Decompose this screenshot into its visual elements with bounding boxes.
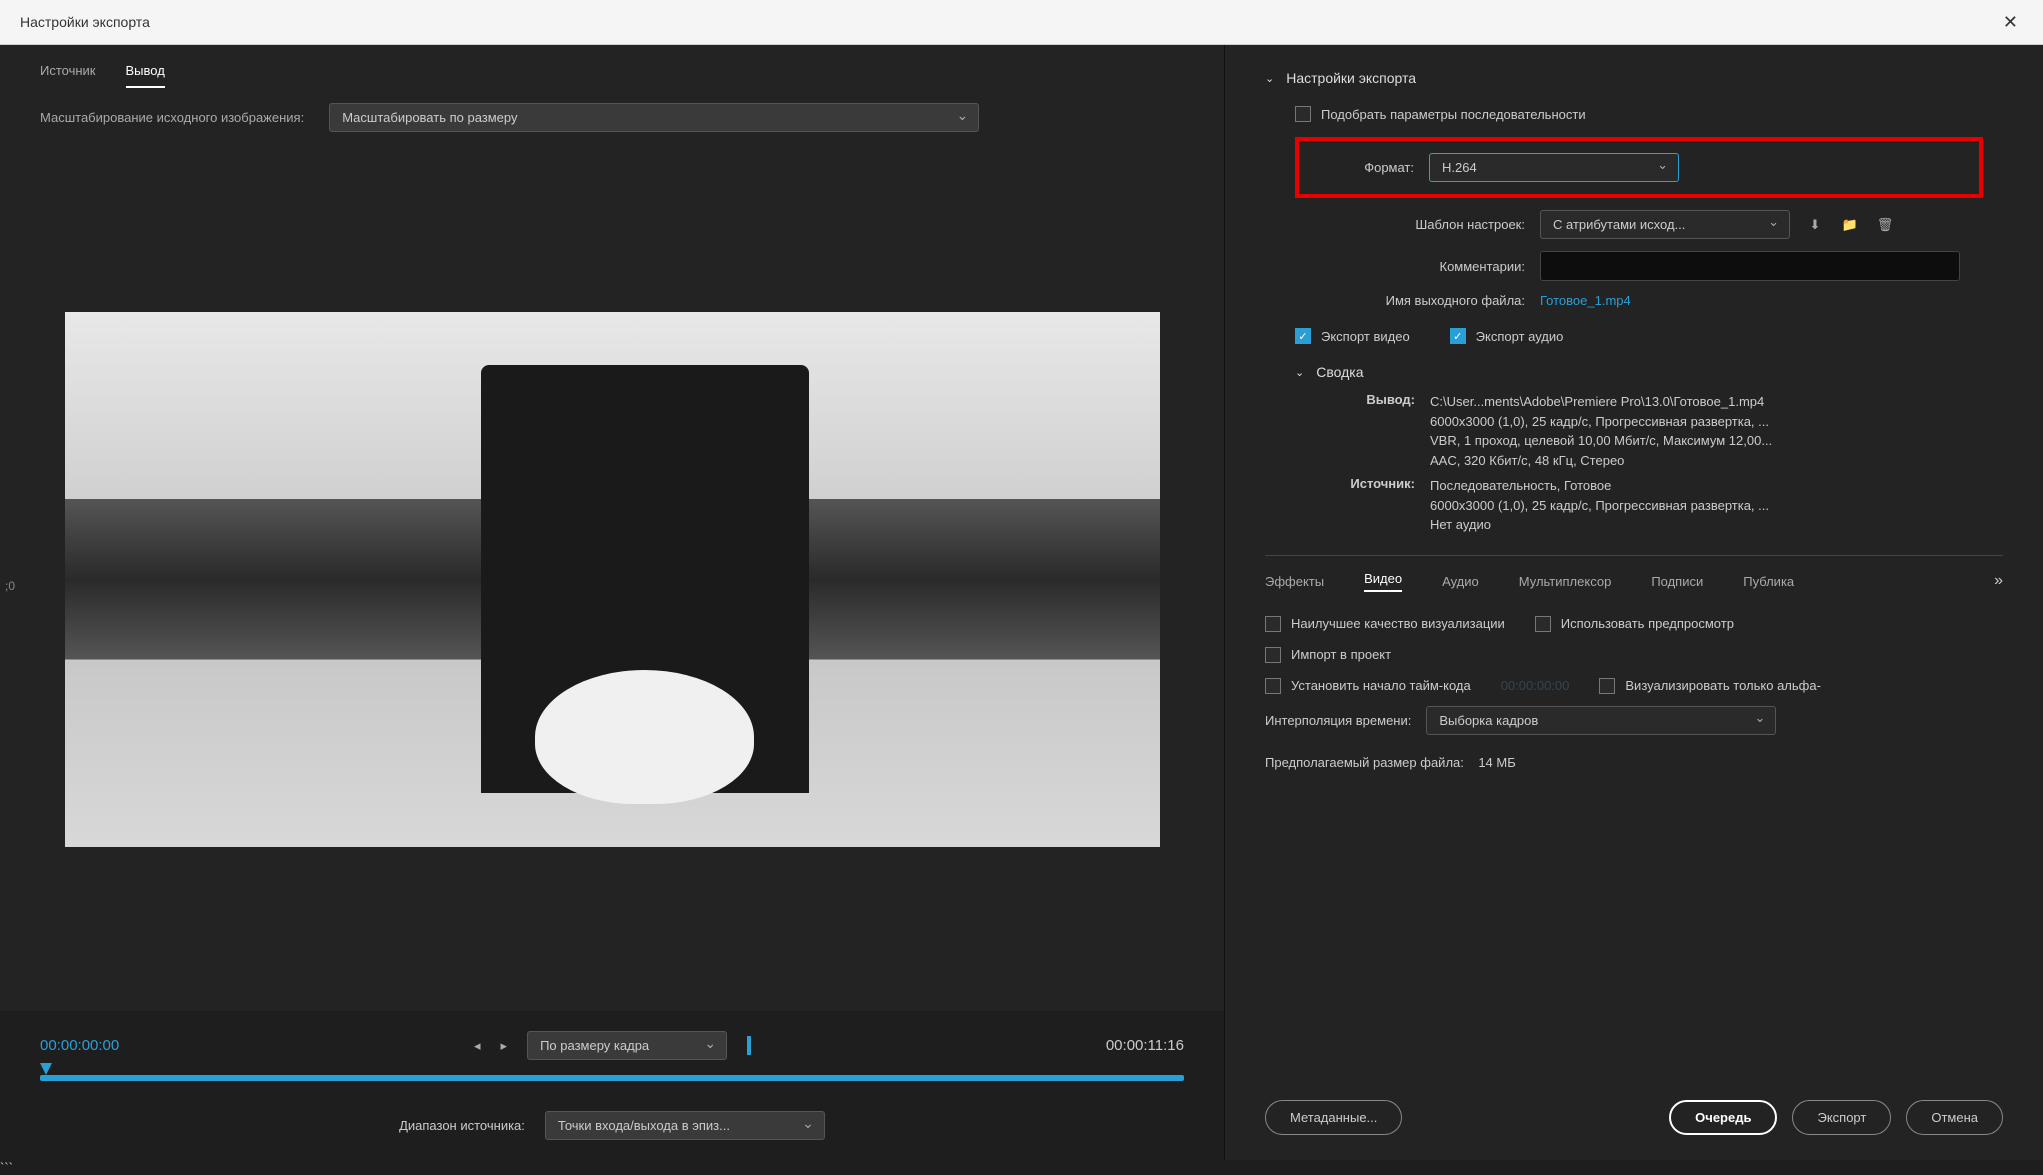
summary-source-label: Источник:	[1295, 476, 1415, 535]
set-tc-checkbox[interactable]	[1265, 678, 1281, 694]
summary-source-text: Последовательность, Готовое 6000x3000 (1…	[1430, 476, 2003, 535]
crop-icon[interactable]	[747, 1038, 751, 1053]
subtab-captions[interactable]: Подписи	[1651, 574, 1703, 589]
right-panel: ⌄ Настройки экспорта Подобрать параметры…	[1225, 45, 2043, 1160]
export-settings-section: ⌄ Настройки экспорта Подобрать параметры…	[1225, 45, 2043, 1085]
timeline-top-row: 00:00:00:00 ◂ ▸ По размеру кадра 00:00:1…	[40, 1031, 1184, 1060]
tc-value: 00:00:00:00	[1501, 678, 1570, 693]
filesize-value: 14 МБ	[1478, 755, 1515, 770]
timeline-scrubber[interactable]	[40, 1075, 1184, 1081]
main-area: Источник Вывод Масштабирование исходного…	[0, 45, 2043, 1160]
preset-dropdown[interactable]: С атрибутами исход...	[1540, 210, 1790, 239]
output-name-label: Имя выходного файла:	[1295, 293, 1525, 308]
import-preset-icon[interactable]: 📁	[1840, 215, 1860, 235]
export-video-checkbox[interactable]: ✓	[1295, 328, 1311, 344]
preview-area: ;0	[0, 147, 1224, 1011]
format-label: Формат:	[1314, 160, 1414, 175]
preset-label: Шаблон настроек:	[1295, 217, 1525, 232]
preset-icons: ⬇ 📁 🗑	[1805, 215, 1895, 235]
use-preview-row[interactable]: Использовать предпросмотр	[1535, 616, 1734, 632]
preset-row: Шаблон настроек: С атрибутами исход... ⬇…	[1295, 210, 2003, 239]
import-project-row[interactable]: Импорт в проект	[1265, 647, 2003, 663]
import-project-checkbox[interactable]	[1265, 647, 1281, 663]
tc-row: Установить начало тайм-кода 00:00:00:00 …	[1265, 678, 2003, 694]
use-preview-checkbox[interactable]	[1535, 616, 1551, 632]
format-dropdown[interactable]: H.264	[1429, 153, 1679, 182]
titlebar: Настройки экспорта ✕	[0, 0, 2043, 45]
scroll-right-icon[interactable]: »	[1994, 572, 2003, 590]
quality-row: Наилучшее качество визуализации Использо…	[1265, 616, 2003, 632]
format-highlight: Формат: H.264	[1295, 137, 1983, 198]
subtab-audio[interactable]: Аудио	[1442, 574, 1479, 589]
match-sequence-checkbox[interactable]	[1295, 106, 1311, 122]
buttons-row: Метаданные... Очередь Экспорт Отмена	[1225, 1085, 2043, 1160]
timeline-controls: ◂ ▸ По размеру кадра	[474, 1031, 751, 1060]
output-name-link[interactable]: Готовое_1.mp4	[1540, 293, 1631, 308]
export-button[interactable]: Экспорт	[1792, 1100, 1891, 1135]
timecode-end: 00:00:11:16	[1106, 1037, 1184, 1054]
export-settings-window: Настройки экспорта ✕ Источник Вывод Масш…	[0, 0, 2043, 1160]
timeline-area: 00:00:00:00 ◂ ▸ По размеру кадра 00:00:1…	[0, 1011, 1224, 1160]
subtab-multiplexer[interactable]: Мультиплексор	[1519, 574, 1612, 589]
tab-source[interactable]: Источник	[40, 55, 96, 88]
comments-row: Комментарии:	[1295, 251, 2003, 281]
range-label: Диапазон источника:	[399, 1118, 525, 1133]
summary-output-label: Вывод:	[1295, 392, 1415, 470]
subtab-effects[interactable]: Эффекты	[1265, 574, 1324, 589]
match-sequence-row[interactable]: Подобрать параметры последовательности	[1295, 106, 2003, 122]
summary-output-row: Вывод: C:\User...ments\Adobe\Premiere Pr…	[1295, 392, 2003, 470]
fit-dropdown[interactable]: По размеру кадра	[527, 1031, 727, 1060]
scale-dropdown[interactable]: Масштабировать по размеру	[329, 103, 979, 132]
best-quality-row[interactable]: Наилучшее качество визуализации	[1265, 616, 1505, 632]
filesize-row: Предполагаемый размер файла: 14 МБ	[1265, 755, 2003, 770]
prev-frame-icon[interactable]: ◂	[474, 1038, 481, 1054]
time-interp-row: Интерполяция времени: Выборка кадров	[1265, 706, 2003, 735]
alpha-only-row[interactable]: Визуализировать только альфа-	[1599, 678, 1821, 694]
output-name-row: Имя выходного файла: Готовое_1.mp4	[1295, 293, 2003, 308]
delete-preset-icon[interactable]: 🗑	[1875, 215, 1895, 235]
preview-image	[65, 312, 1160, 847]
subtab-video[interactable]: Видео	[1364, 571, 1402, 592]
scale-row: Масштабирование исходного изображения: М…	[0, 88, 1224, 147]
range-row: Диапазон источника: Точки входа/выхода в…	[40, 1096, 1184, 1140]
export-settings-header[interactable]: ⌄ Настройки экспорта	[1265, 70, 2003, 86]
metadata-button[interactable]: Метаданные...	[1265, 1100, 1402, 1135]
subtab-publish[interactable]: Публика	[1743, 574, 1794, 589]
range-dropdown[interactable]: Точки входа/выхода в эпиз...	[545, 1111, 825, 1140]
preview-tabs: Источник Вывод	[0, 45, 1224, 88]
alpha-only-checkbox[interactable]	[1599, 678, 1615, 694]
scale-label: Масштабирование исходного изображения:	[40, 110, 304, 125]
side-timestamp: ;0	[5, 579, 15, 593]
summary-output-text: C:\User...ments\Adobe\Premiere Pro\13.0\…	[1430, 392, 2003, 470]
export-audio-row[interactable]: ✓ Экспорт аудио	[1450, 328, 1564, 344]
window-title: Настройки экспорта	[20, 14, 150, 30]
time-interp-label: Интерполяция времени:	[1265, 713, 1411, 728]
export-audio-checkbox[interactable]: ✓	[1450, 328, 1466, 344]
save-preset-icon[interactable]: ⬇	[1805, 215, 1825, 235]
comments-label: Комментарии:	[1295, 259, 1525, 274]
summary-section: ⌄ Сводка Вывод: C:\User...ments\Adobe\Pr…	[1295, 364, 2003, 535]
export-video-row[interactable]: ✓ Экспорт видео	[1295, 328, 1410, 344]
format-row: Формат: H.264	[1314, 153, 1964, 182]
next-frame-icon[interactable]: ▸	[501, 1038, 508, 1054]
cancel-button[interactable]: Отмена	[1906, 1100, 2003, 1135]
export-checks: ✓ Экспорт видео ✓ Экспорт аудио	[1295, 328, 2003, 344]
set-tc-row[interactable]: Установить начало тайм-кода	[1265, 678, 1471, 694]
tab-output[interactable]: Вывод	[126, 55, 165, 88]
comments-input[interactable]	[1540, 251, 1960, 281]
queue-button[interactable]: Очередь	[1669, 1100, 1777, 1135]
timecode-start[interactable]: 00:00:00:00	[40, 1037, 119, 1054]
chevron-down-icon: ⌄	[1295, 366, 1304, 379]
sub-tabs: Эффекты Видео Аудио Мультиплексор Подпис…	[1265, 555, 2003, 604]
summary-source-row: Источник: Последовательность, Готовое 60…	[1295, 476, 2003, 535]
close-icon[interactable]: ✕	[1998, 7, 2023, 38]
left-panel: Источник Вывод Масштабирование исходного…	[0, 45, 1225, 1160]
filesize-label: Предполагаемый размер файла:	[1265, 755, 1464, 770]
summary-header[interactable]: ⌄ Сводка	[1295, 364, 2003, 380]
chevron-down-icon: ⌄	[1265, 72, 1274, 85]
time-interp-dropdown[interactable]: Выборка кадров	[1426, 706, 1776, 735]
best-quality-checkbox[interactable]	[1265, 616, 1281, 632]
